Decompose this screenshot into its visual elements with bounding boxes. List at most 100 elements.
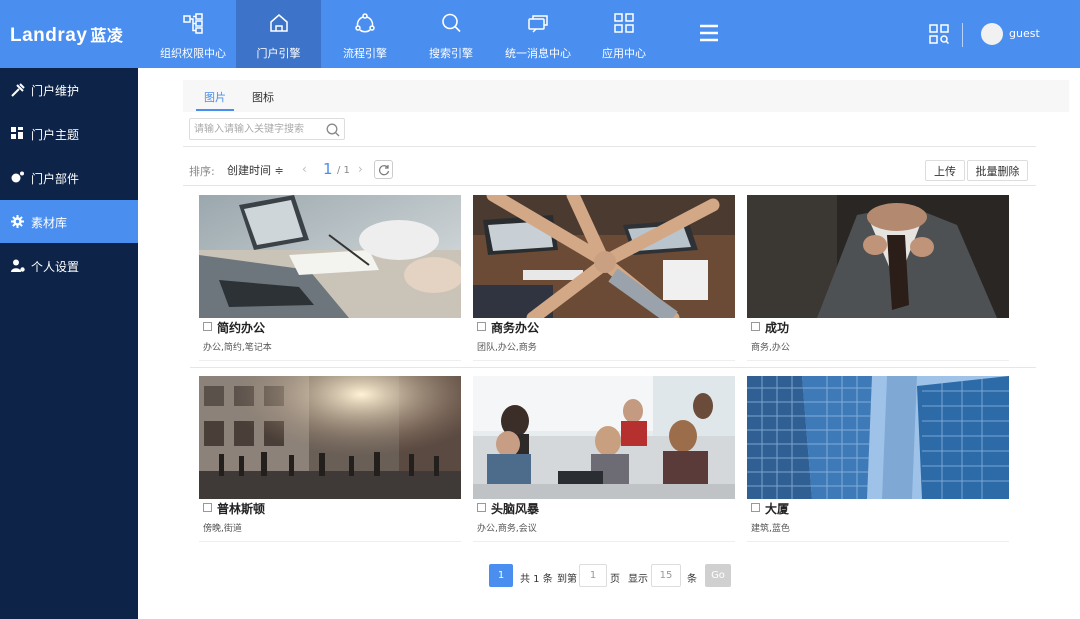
nav-app-center[interactable]: 应用中心 <box>581 0 667 68</box>
tabs-bar: 图片 图标 <box>183 80 1069 112</box>
tab-images[interactable]: 图片 <box>204 89 226 105</box>
sort-label: 排序: <box>189 165 215 178</box>
logo-cn-text: 蓝凌 <box>90 26 124 45</box>
pagination-goto-input[interactable] <box>579 564 607 587</box>
nav-process-engine[interactable]: 流程引擎 <box>322 0 408 68</box>
nav-portal-engine[interactable]: 门户引擎 <box>236 0 321 68</box>
username[interactable]: guest <box>1009 27 1040 40</box>
brand-logo[interactable]: Landray 蓝凌 <box>10 22 123 47</box>
process-flow-icon <box>355 13 375 33</box>
card-checkbox[interactable] <box>203 322 212 331</box>
card-checkbox[interactable] <box>203 503 212 512</box>
nav-label: 搜索引擎 <box>429 47 473 60</box>
search-box <box>189 118 345 140</box>
next-page-button[interactable]: › <box>358 162 363 176</box>
card-checkbox[interactable] <box>751 503 760 512</box>
widget-icon <box>11 171 24 183</box>
sidebar-item-material-library[interactable]: 素材库 <box>0 200 138 243</box>
card-title: 大厦 <box>765 502 790 516</box>
apps-grid-icon <box>614 13 634 33</box>
card-title: 普林斯顿 <box>217 502 266 516</box>
search-icon[interactable] <box>326 123 340 137</box>
card-title: 商务办公 <box>491 321 540 335</box>
nav-message-center[interactable]: 统一消息中心 <box>494 0 582 68</box>
image-card[interactable]: 普林斯顿 傍晚,街道 <box>199 376 461 542</box>
search-input[interactable] <box>194 122 322 137</box>
divider <box>183 146 1036 147</box>
sidebar-item-label: 门户主题 <box>31 128 80 142</box>
nav-label: 组织权限中心 <box>160 47 226 60</box>
sidebar: 门户维护 门户主题 门户部件 素材库 个人设置 <box>0 68 138 619</box>
pagination-total: 共 1 条 <box>520 574 553 585</box>
sidebar-item-label: 门户维护 <box>31 84 80 98</box>
card-checkbox[interactable] <box>477 503 486 512</box>
divider <box>190 367 1036 368</box>
nav-org-permission[interactable]: 组织权限中心 <box>150 0 236 68</box>
sort-select[interactable]: 创建时间 ≑ <box>227 162 284 178</box>
card-image-brainstorm-meeting[interactable] <box>473 376 735 499</box>
card-image-office-laptop[interactable] <box>199 195 461 318</box>
message-icon <box>528 15 548 33</box>
pagination-go-button[interactable]: Go <box>705 564 731 587</box>
nav-label: 统一消息中心 <box>505 47 571 60</box>
card-tags: 办公,简约,笔记本 <box>203 343 272 353</box>
image-card[interactable]: 成功 商务,办公 <box>747 195 1009 361</box>
sidebar-item-label: 门户部件 <box>31 172 80 186</box>
sidebar-item-portal-widget[interactable]: 门户部件 <box>0 156 138 199</box>
tools-icon <box>11 83 25 97</box>
card-tags: 办公,商务,会议 <box>477 524 537 534</box>
nav-label: 应用中心 <box>602 47 646 60</box>
total-pages: / 1 <box>337 165 350 176</box>
prev-page-button[interactable]: ‹ <box>302 162 307 176</box>
card-title: 简约办公 <box>217 321 266 335</box>
logo-text: Landray <box>10 25 88 46</box>
current-page-number: 1 <box>323 160 333 178</box>
pagination-current-page[interactable]: 1 <box>489 564 513 587</box>
refresh-button[interactable] <box>374 160 393 179</box>
sidebar-item-portal-theme[interactable]: 门户主题 <box>0 112 138 155</box>
card-checkbox[interactable] <box>477 322 486 331</box>
home-icon <box>269 14 288 32</box>
pagination-page-unit: 页 <box>610 574 620 585</box>
card-title: 成功 <box>765 321 790 335</box>
card-image-skyscrapers[interactable] <box>747 376 1009 499</box>
pagination-size-input[interactable] <box>651 564 681 587</box>
refresh-icon <box>378 165 390 176</box>
sidebar-item-personal-settings[interactable]: 个人设置 <box>0 244 138 287</box>
nav-label: 流程引擎 <box>343 47 387 60</box>
upload-button[interactable]: 上传 <box>925 160 965 181</box>
card-checkbox[interactable] <box>751 322 760 331</box>
avatar[interactable] <box>981 23 1003 45</box>
divider <box>183 185 1036 186</box>
pagination-goto-label: 到第 <box>557 574 577 585</box>
image-card[interactable]: 大厦 建筑,蓝色 <box>747 376 1009 542</box>
card-tags: 傍晚,街道 <box>203 524 242 534</box>
sidebar-item-label: 个人设置 <box>31 260 80 274</box>
user-settings-icon <box>11 259 25 272</box>
gear-icon <box>11 215 24 228</box>
tab-icons[interactable]: 图标 <box>252 89 274 105</box>
hamburger-menu-icon[interactable] <box>699 24 719 42</box>
card-image-businessman[interactable] <box>747 195 1009 318</box>
org-structure-icon <box>183 13 203 34</box>
header-divider <box>962 23 963 47</box>
nav-label: 门户引擎 <box>256 47 301 60</box>
image-card[interactable]: 商务办公 团队,办公,商务 <box>473 195 735 361</box>
sidebar-item-portal-maintenance[interactable]: 门户维护 <box>0 68 138 111</box>
sidebar-item-label: 素材库 <box>31 216 68 230</box>
card-tags: 建筑,蓝色 <box>751 524 790 534</box>
pagination-show-label: 显示 <box>628 574 648 585</box>
app-switcher-icon[interactable] <box>929 24 949 44</box>
top-navigation-bar: Landray蓝凌 组织权限中心 门户引擎 流程引擎 搜索引擎 统一消息中心 <box>0 0 1080 68</box>
pagination-size-unit: 条 <box>687 574 697 585</box>
batch-delete-button[interactable]: 批量删除 <box>967 160 1028 181</box>
search-icon <box>442 13 461 33</box>
theme-icon <box>11 127 23 139</box>
card-tags: 商务,办公 <box>751 343 790 353</box>
card-tags: 团队,办公,商务 <box>477 343 537 353</box>
image-card[interactable]: 头脑风暴 办公,商务,会议 <box>473 376 735 542</box>
card-image-city-street[interactable] <box>199 376 461 499</box>
image-card[interactable]: 简约办公 办公,简约,笔记本 <box>199 195 461 361</box>
nav-search-engine[interactable]: 搜索引擎 <box>408 0 494 68</box>
card-image-team-fist-bump[interactable] <box>473 195 735 318</box>
